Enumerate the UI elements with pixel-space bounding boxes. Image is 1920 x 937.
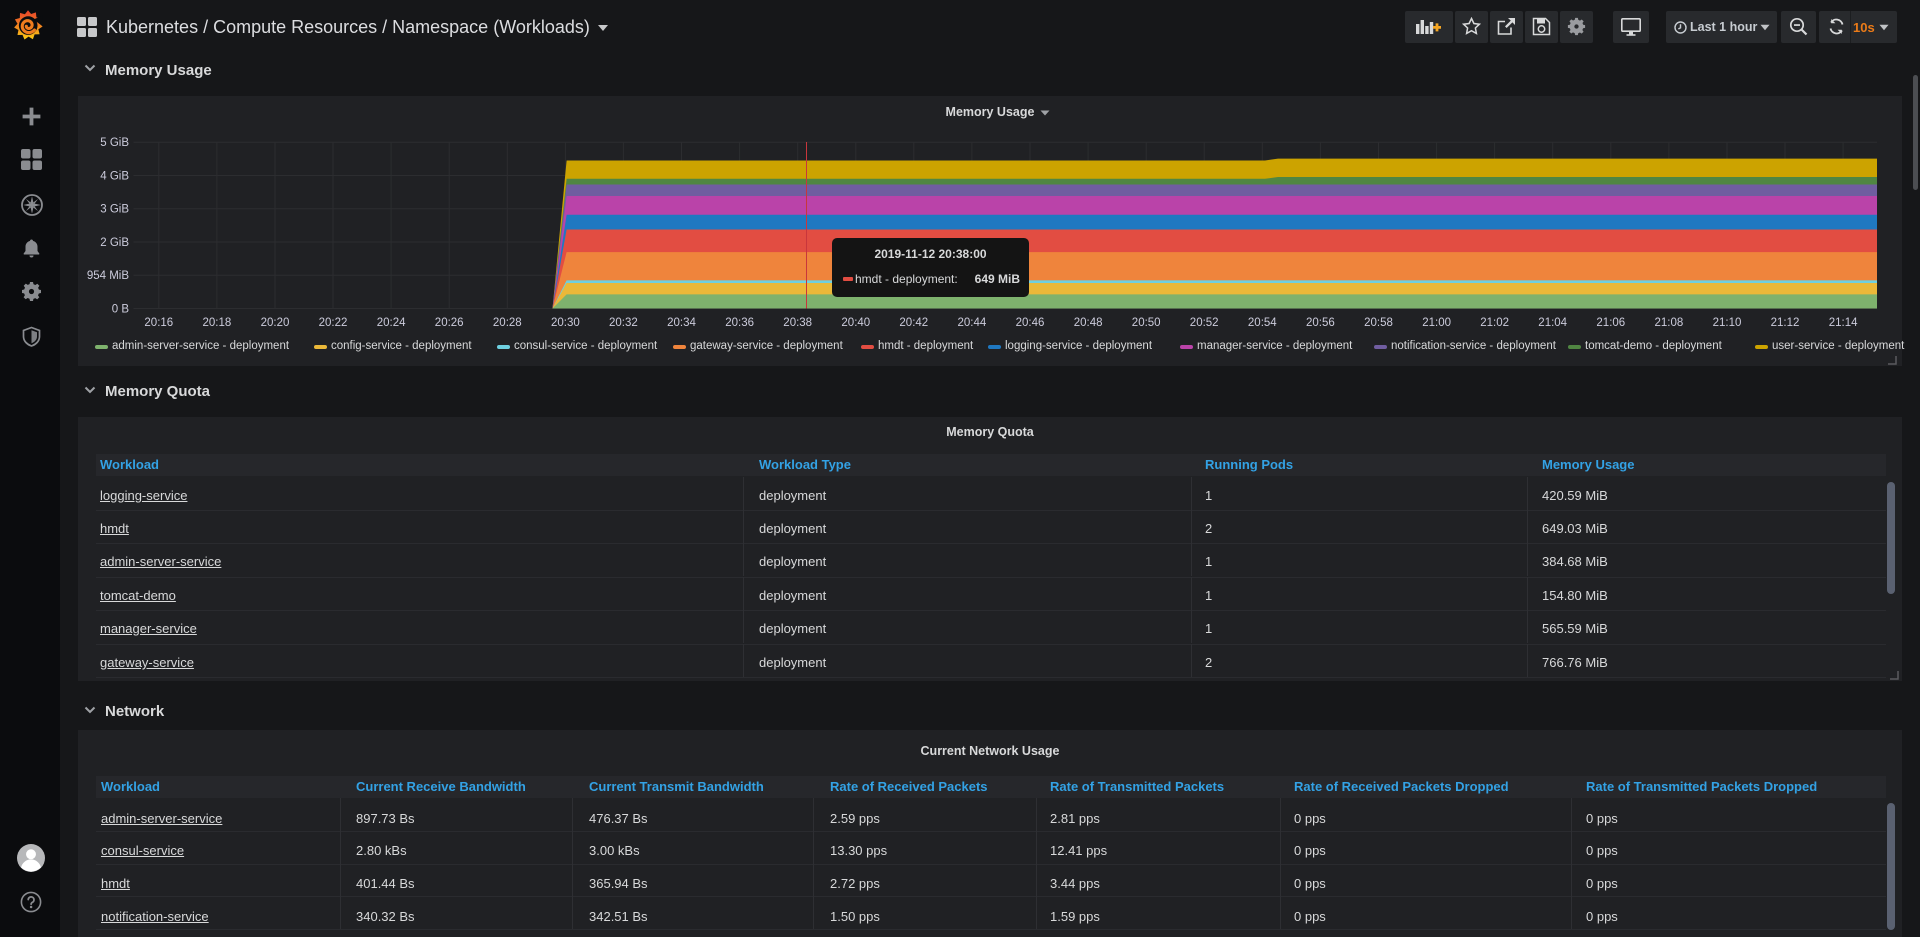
svg-text:20:24: 20:24 [377,317,406,329]
svg-text:20:34: 20:34 [667,317,696,329]
svg-text:3 GiB: 3 GiB [100,204,129,216]
svg-text:20:16: 20:16 [144,317,173,329]
svg-text:5 GiB: 5 GiB [100,137,129,149]
svg-text:20:42: 20:42 [899,317,928,329]
svg-text:20:48: 20:48 [1074,317,1103,329]
svg-text:20:30: 20:30 [551,317,580,329]
svg-text:20:36: 20:36 [725,317,754,329]
svg-text:20:26: 20:26 [435,317,464,329]
svg-text:20:20: 20:20 [261,317,290,329]
svg-text:20:50: 20:50 [1132,317,1161,329]
svg-text:20:56: 20:56 [1306,317,1335,329]
svg-text:21:14: 21:14 [1829,317,1858,329]
svg-text:21:12: 21:12 [1771,317,1800,329]
svg-text:21:00: 21:00 [1422,317,1451,329]
svg-text:20:38: 20:38 [783,317,812,329]
svg-text:20:28: 20:28 [493,317,522,329]
svg-text:20:44: 20:44 [958,317,987,329]
svg-text:21:10: 21:10 [1713,317,1742,329]
svg-text:954 MiB: 954 MiB [87,270,130,282]
svg-text:20:18: 20:18 [203,317,232,329]
svg-text:20:22: 20:22 [319,317,348,329]
svg-text:21:06: 21:06 [1596,317,1625,329]
svg-text:20:54: 20:54 [1248,317,1277,329]
svg-text:0 B: 0 B [112,304,130,316]
svg-text:21:04: 21:04 [1538,317,1567,329]
svg-text:20:32: 20:32 [609,317,638,329]
svg-text:20:52: 20:52 [1190,317,1219,329]
svg-text:20:46: 20:46 [1016,317,1045,329]
svg-text:4 GiB: 4 GiB [100,171,129,183]
svg-text:21:02: 21:02 [1480,317,1509,329]
svg-text:2 GiB: 2 GiB [100,237,129,249]
svg-text:21:08: 21:08 [1655,317,1684,329]
svg-text:20:58: 20:58 [1364,317,1393,329]
svg-text:20:40: 20:40 [841,317,870,329]
